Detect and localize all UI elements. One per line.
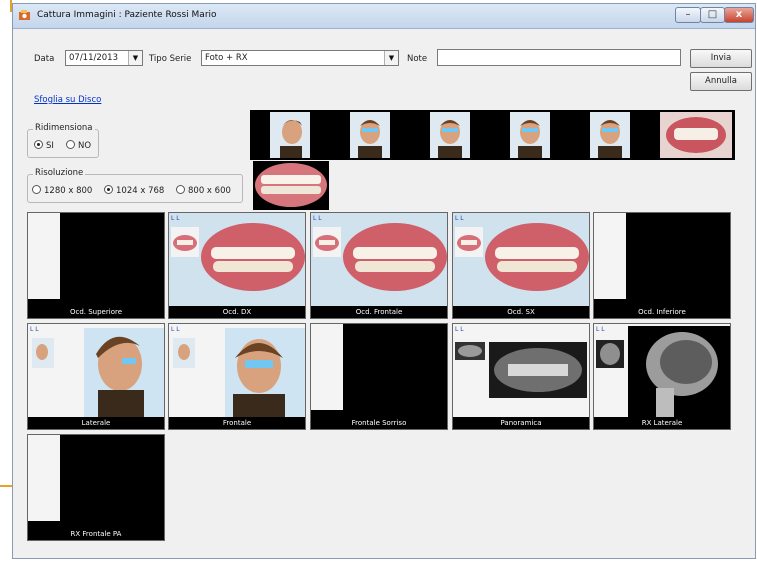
date-picker[interactable]: 07/11/2013 ▼ [65,50,143,66]
image-placeholder [311,324,343,410]
image-slot[interactable]: L L Ocd. SX [452,212,590,319]
title-bar: Cattura Immagini : Paziente Rossi Mario … [13,4,755,29]
slot-caption: Ocd. Superiore [28,306,164,318]
note-label: Note [407,54,428,64]
radio-dot-icon [176,185,185,194]
image-preview [28,324,164,418]
slot-actions[interactable]: L L [455,326,464,333]
radio-dot-icon [104,185,113,194]
radio-800[interactable]: 800 x 600 [176,185,231,196]
slot-caption: Ocd. Inferiore [594,306,730,318]
image-placeholder [28,435,60,521]
image-slot[interactable]: Ocd. Inferiore [593,212,731,319]
close-button[interactable]: x [724,7,754,23]
date-value: 07/11/2013 [69,53,118,63]
chevron-down-icon[interactable]: ▼ [128,51,142,65]
slot-caption: Frontale [169,417,305,429]
image-slot[interactable]: L L RX Laterale [593,323,731,430]
radio-si-label: SI [46,141,54,151]
radio-dot-icon [34,140,43,149]
radio-dot-icon [66,140,75,149]
thumbnail-profile[interactable] [270,112,310,158]
minimize-button[interactable]: – [675,7,701,23]
slot-caption: RX Frontale PA [28,528,164,540]
slot-actions[interactable]: L L [596,326,605,333]
slot-actions[interactable]: L L [171,326,180,333]
radio-1280[interactable]: 1280 x 800 [32,185,92,196]
radio-dot-icon [32,185,41,194]
window-title: Cattura Immagini : Paziente Rossi Mario [37,10,217,20]
maximize-button[interactable]: □ [700,7,725,23]
note-input[interactable] [437,49,681,66]
radio-1280-label: 1280 x 800 [44,186,93,196]
chevron-down-icon[interactable]: ▼ [384,51,398,65]
invia-button[interactable]: Invia [690,49,752,68]
slot-actions[interactable]: L L [171,215,180,222]
image-preview [453,324,589,418]
slot-caption: Ocd. DX [169,306,305,318]
thumbnail-face[interactable] [350,112,390,158]
thumbnail-face[interactable] [510,112,550,158]
radio-1024-label: 1024 x 768 [116,186,165,196]
image-slot[interactable]: L L Panoramica [452,323,590,430]
image-preview [594,324,730,418]
slot-caption: Laterale [28,417,164,429]
image-slot[interactable]: L L Frontale [168,323,306,430]
ridimensiona-group: Ridimensiona SI NO [27,123,99,158]
slot-caption: Ocd. SX [453,306,589,318]
radio-si[interactable]: SI [34,140,54,151]
annulla-button[interactable]: Annulla [690,72,752,91]
radio-1024[interactable]: 1024 x 768 [104,185,164,196]
image-slot[interactable]: Frontale Sorriso [310,323,448,430]
data-label: Data [34,54,55,64]
slot-caption: Ocd. Frontale [311,306,447,318]
slot-actions[interactable]: L L [313,215,322,222]
app-icon [19,10,30,20]
tipo-serie-select[interactable]: Foto + RX ▼ [201,50,399,66]
image-slot[interactable]: RX Frontale PA [27,434,165,541]
capture-window: Cattura Immagini : Paziente Rossi Mario … [12,3,756,559]
image-slot[interactable]: L L Laterale [27,323,165,430]
slot-actions[interactable]: L L [455,215,464,222]
image-slot[interactable]: L L Ocd. DX [168,212,306,319]
risoluzione-title: Risoluzione [33,168,86,178]
radio-no[interactable]: NO [66,140,91,151]
thumbnail-mouth[interactable] [660,112,732,158]
thumbnail-face[interactable] [590,112,630,158]
radio-800-label: 800 x 600 [188,186,231,196]
image-placeholder [594,213,626,299]
accent-line [0,485,12,487]
slot-caption: Frontale Sorriso [311,417,447,429]
slot-actions[interactable]: L L [30,326,39,333]
image-preview [169,324,305,418]
tipo-serie-value: Foto + RX [205,53,248,63]
slot-caption: RX Laterale [594,417,730,429]
risoluzione-group: Risoluzione 1280 x 800 1024 x 768 800 x … [27,168,243,203]
slot-caption: Panoramica [453,417,589,429]
radio-no-label: NO [78,141,92,151]
thumbnail-teeth[interactable] [253,161,329,210]
sfoglia-link[interactable]: Sfoglia su Disco [34,95,101,105]
ridimensiona-title: Ridimensiona [33,123,95,133]
thumbnail-strip [250,110,735,160]
image-placeholder [28,213,60,299]
tipo-serie-label: Tipo Serie [149,54,192,64]
image-slot[interactable]: Ocd. Superiore [27,212,165,319]
image-preview [311,213,447,307]
image-preview [169,213,305,307]
image-slot[interactable]: L L Ocd. Frontale [310,212,448,319]
thumbnail-face[interactable] [430,112,470,158]
image-preview [453,213,589,307]
